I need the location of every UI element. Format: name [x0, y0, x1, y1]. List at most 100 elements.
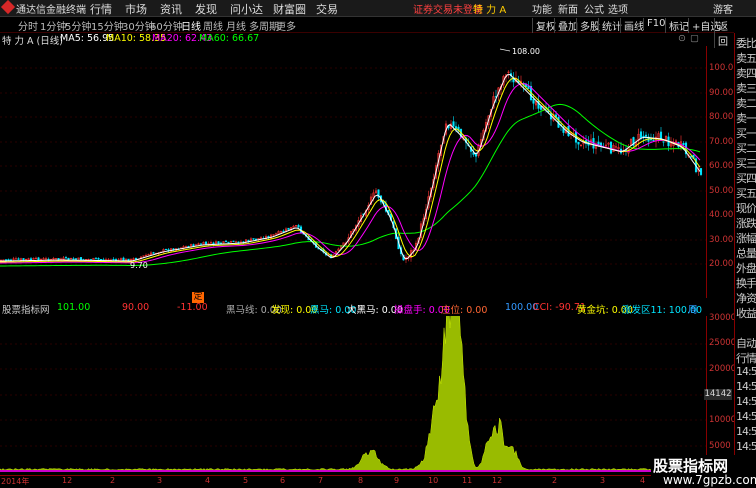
price-axis: 100.0 90.00 80.00 70.00 60.00 50.00 40.0…	[706, 46, 735, 298]
side-panel-item[interactable]: 净资	[736, 290, 756, 306]
x-tick: 6	[280, 476, 286, 485]
side-panel-item[interactable]: 卖四	[736, 65, 756, 81]
x-tick: 2	[552, 476, 558, 485]
menu-trade[interactable]: 交易	[316, 1, 338, 17]
x-tick: 5	[243, 476, 249, 485]
period-weekly[interactable]: 周线	[203, 18, 223, 33]
ma-legend: 特 力 A (日线) MA5: 56.95 MA10: 58.35 MA20: …	[0, 33, 734, 47]
app-name: 通达信金融终端	[16, 5, 86, 16]
side-panel-item[interactable]: 买一	[736, 125, 756, 141]
x-tick: 3	[600, 476, 606, 485]
low-price-label: 9.70	[130, 261, 148, 270]
side-panel-item[interactable]: 外盘	[736, 260, 756, 276]
menu-function[interactable]: 功能	[532, 1, 552, 16]
side-panel-item[interactable]: 买二	[736, 140, 756, 156]
period-5min[interactable]: 5分钟	[65, 18, 91, 33]
side-panel-item[interactable]: 14:5	[736, 410, 756, 423]
vol-y-tick: 30000	[709, 313, 737, 323]
side-panel-item[interactable]: 自动	[736, 335, 756, 351]
chart-title: 特 力 A (日线)	[2, 36, 63, 47]
vol-y-tick: 20000	[709, 364, 737, 374]
side-panel-item[interactable]: 收益	[736, 305, 756, 321]
indicator-value-3: -11.00	[177, 302, 208, 313]
menu-assistant[interactable]: 问小达	[230, 1, 263, 17]
title-bar: 通达信金融终端 行情 市场 资讯 发现 问小达 财富圈 交易 证券交易未登录 特…	[0, 0, 756, 17]
side-panel-item[interactable]: 买三	[736, 155, 756, 171]
y-tick: 100.0	[709, 63, 734, 73]
tool-mark[interactable]: 标记	[665, 18, 689, 33]
y-tick: 60.00	[709, 161, 734, 171]
tool-adjust[interactable]: 复权	[532, 18, 556, 33]
period-multi[interactable]: 多周期	[249, 18, 279, 33]
side-panel-item[interactable]: 14:5	[736, 425, 756, 438]
kline-chart[interactable]: 108.00 9.70	[0, 46, 706, 298]
tool-f10[interactable]: F10	[643, 18, 665, 29]
x-tick: 2	[110, 476, 116, 485]
menu-new-page[interactable]: 新面	[558, 1, 578, 16]
x-tick: 9	[394, 476, 400, 485]
period-1min[interactable]: 1分钟	[40, 18, 66, 33]
indicator-tail: 周	[688, 305, 698, 316]
period-tick[interactable]: 分时	[18, 18, 38, 33]
stock-title: 特 力 A	[473, 5, 507, 16]
y-tick: 30.00	[709, 235, 734, 245]
tool-draw[interactable]: 画线	[620, 18, 644, 33]
period-toolbar: 分时 1分钟 5分钟 15分钟 30分钟 60分钟 日线 周线 月线 多周期 更…	[0, 17, 734, 48]
menu-discover[interactable]: 发现	[195, 1, 217, 17]
side-panel-item[interactable]: 卖一	[736, 110, 756, 126]
side-panel-item[interactable]: 14:5	[736, 380, 756, 393]
volume-indicator-chart[interactable]	[0, 316, 706, 474]
side-panel-item[interactable]: 买五	[736, 185, 756, 201]
period-60min[interactable]: 60分钟	[150, 18, 183, 33]
x-tick: 12	[62, 476, 73, 485]
menu-news[interactable]: 资讯	[160, 1, 182, 17]
tool-multi-stock[interactable]: 多股	[576, 18, 600, 33]
chart-settings-icon[interactable]: ⊙	[678, 33, 686, 44]
y-tick: 40.00	[709, 210, 734, 220]
app-logo-icon	[0, 0, 16, 15]
indicator-value-2: 90.00	[122, 302, 150, 313]
side-panel-item[interactable]: 涨跌	[736, 215, 756, 231]
vol-grid	[0, 343, 706, 447]
y-tick: 50.00	[709, 186, 734, 196]
side-panel-item[interactable]: 买四	[736, 170, 756, 186]
volume-area	[0, 316, 706, 472]
tool-stats[interactable]: 统计	[598, 18, 622, 33]
menu-quotes[interactable]: 行情	[90, 1, 112, 17]
menu-wealth[interactable]: 财富圈	[273, 1, 306, 17]
side-panel-item[interactable]: 行情	[736, 350, 756, 366]
side-panel-item[interactable]: 涨幅	[736, 230, 756, 246]
grid-lines	[0, 67, 706, 265]
side-panel-item[interactable]: 14:5	[736, 440, 756, 453]
menu-options[interactable]: 选项	[608, 1, 628, 16]
tool-overlay[interactable]: 叠加	[554, 18, 578, 33]
ma60-value: MA60: 66.67	[199, 33, 260, 44]
indicator-title[interactable]: 股票指标网	[2, 302, 50, 316]
side-panel-item[interactable]: 卖五	[736, 50, 756, 66]
menu-formula[interactable]: 公式	[584, 1, 604, 16]
side-panel-item[interactable]: 14:5	[736, 365, 756, 378]
x-tick: 11	[462, 476, 473, 485]
side-panel-item[interactable]: 换手	[736, 275, 756, 291]
chart-collapse-icon[interactable]: ▢	[690, 33, 699, 44]
period-15min[interactable]: 15分钟	[91, 18, 124, 33]
side-panel-item[interactable]: 卖三	[736, 80, 756, 96]
period-daily[interactable]: 日线	[181, 18, 201, 33]
watermark: 股票指标网 www.7gpzb.com	[651, 455, 756, 487]
side-panel-item[interactable]: 14:5	[736, 395, 756, 408]
x-tick: 4	[205, 476, 211, 485]
period-more[interactable]: 更多	[276, 18, 296, 33]
side-panel-item[interactable]: 总量	[736, 245, 756, 261]
vol-y-tick: 10000	[709, 415, 737, 425]
side-panel-item[interactable]: 现价	[736, 200, 756, 216]
side-panel-item[interactable]: 委比	[736, 35, 756, 51]
side-panel-item[interactable]: 卖二	[736, 95, 756, 111]
vol-y-tick: 25000	[709, 338, 737, 348]
indicator-legend: 股票指标网 101.00 90.00 -11.00 黑马线: 0.00 发现: …	[0, 302, 734, 316]
menu-market[interactable]: 市场	[125, 1, 147, 17]
indicator-value-1: 101.00	[57, 302, 91, 313]
x-tick: 8	[358, 476, 364, 485]
period-monthly[interactable]: 月线	[226, 18, 246, 33]
current-volume-label: 14142	[704, 389, 732, 400]
guest-label[interactable]: 游客	[713, 1, 733, 16]
